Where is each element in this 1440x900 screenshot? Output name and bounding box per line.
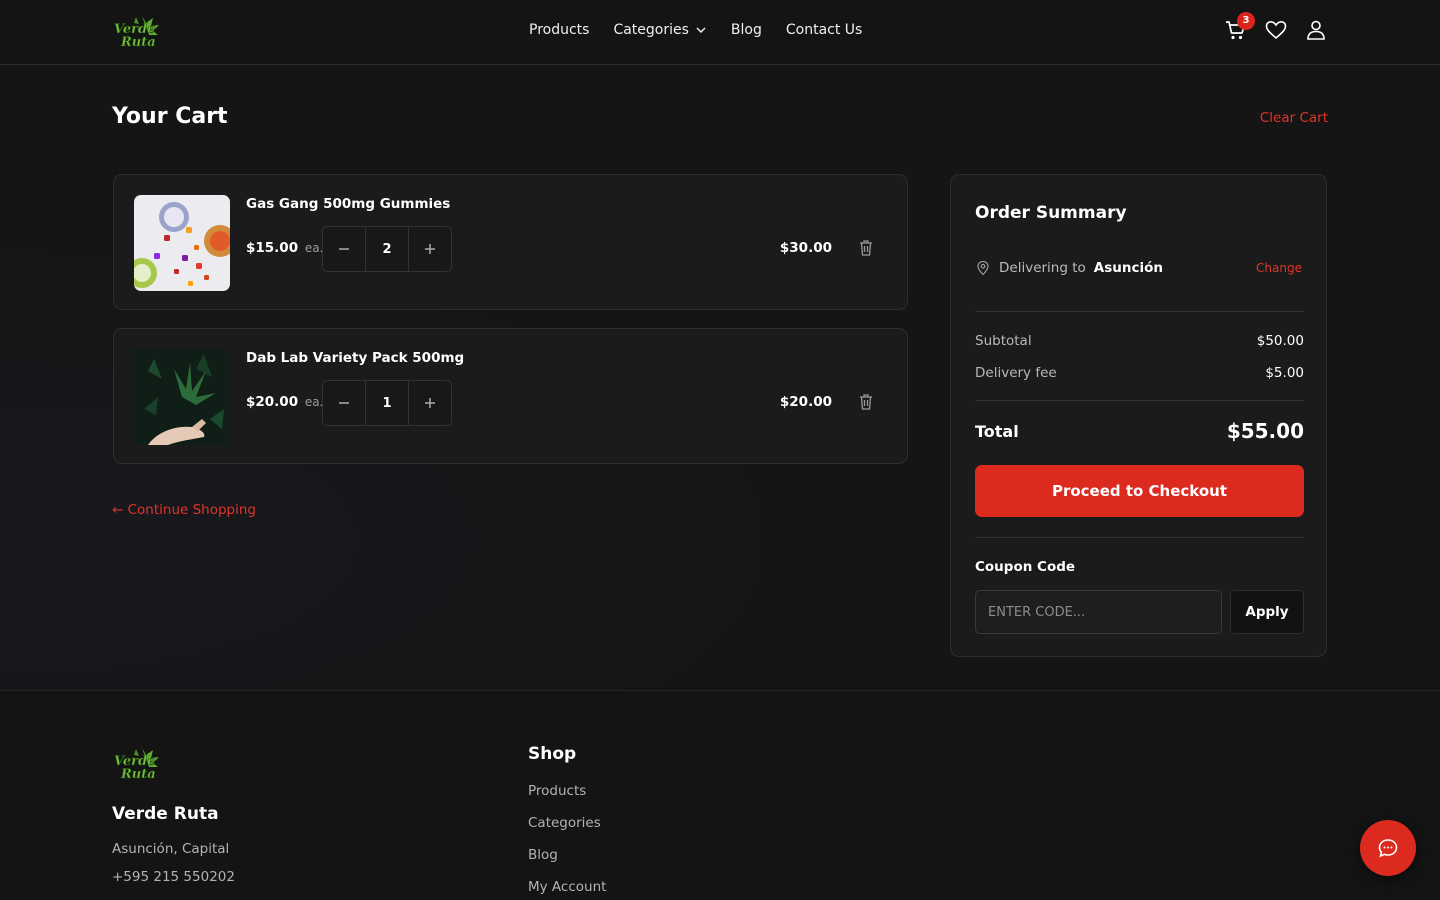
unit-suffix: ea.	[304, 395, 324, 409]
chat-button[interactable]	[1360, 820, 1416, 876]
map-pin-icon	[977, 260, 989, 276]
cart-count-badge: 3	[1237, 12, 1255, 30]
product-image[interactable]	[134, 349, 230, 445]
subtotal-label: Subtotal	[975, 333, 1032, 349]
unit-price: $15.00 ea.	[246, 240, 323, 256]
footer-brand-name: Verde Ruta	[112, 804, 219, 824]
nav-blog[interactable]: Blog	[731, 22, 762, 38]
total-row: Total $55.00	[975, 419, 1304, 443]
user-icon	[1307, 20, 1325, 40]
trash-icon	[860, 394, 872, 410]
divider	[975, 537, 1304, 538]
remove-item-button[interactable]	[858, 393, 874, 411]
unit-price: $20.00 ea.	[246, 394, 323, 410]
site-footer: Verde Ruta Verde Ruta Asunción, Capital …	[0, 690, 1440, 900]
svg-text:Ruta: Ruta	[120, 35, 156, 50]
chevron-down-icon	[696, 27, 706, 34]
unit-price-value: $20.00	[246, 394, 299, 410]
increase-quantity-button[interactable]	[409, 381, 451, 425]
coupon-label: Coupon Code	[975, 559, 1076, 575]
product-name[interactable]: Dab Lab Variety Pack 500mg	[246, 350, 464, 366]
apply-coupon-button[interactable]: Apply	[1230, 590, 1304, 634]
wishlist-button[interactable]	[1264, 18, 1288, 42]
quantity-stepper: 2	[322, 226, 452, 272]
line-total: $30.00	[779, 240, 832, 256]
nav-contact[interactable]: Contact Us	[786, 22, 862, 38]
change-location-button[interactable]: Change	[1256, 261, 1302, 275]
delivering-city: Asunción	[1093, 260, 1164, 276]
footer-link-categories[interactable]: Categories	[528, 815, 601, 831]
product-name[interactable]: Gas Gang 500mg Gummies	[246, 196, 450, 212]
total-label: Total	[975, 421, 1019, 441]
delivery-fee-label: Delivery fee	[975, 365, 1057, 381]
footer-link-my-account[interactable]: My Account	[528, 879, 606, 895]
nav-products[interactable]: Products	[529, 22, 589, 38]
quantity-value[interactable]: 1	[365, 381, 409, 425]
line-total: $20.00	[779, 394, 832, 410]
cart-button[interactable]: 3	[1224, 12, 1255, 42]
footer-phone[interactable]: +595 215 550202	[112, 869, 235, 885]
divider	[975, 400, 1304, 401]
heart-icon	[1265, 20, 1287, 40]
delivering-prefix: Delivering to	[999, 260, 1086, 276]
minus-icon	[339, 402, 349, 404]
clear-cart-button[interactable]: Clear Cart	[1260, 110, 1328, 126]
remove-item-button[interactable]	[858, 239, 874, 257]
minus-icon	[339, 248, 349, 250]
account-button[interactable]	[1304, 18, 1328, 42]
order-summary-title: Order Summary	[975, 203, 1127, 223]
decrease-quantity-button[interactable]	[323, 227, 365, 271]
cart-item: Gas Gang 500mg Gummies $15.00 ea. 2 $30.…	[113, 174, 908, 310]
brand-logo[interactable]: Verde Ruta	[112, 14, 162, 50]
unit-price-value: $15.00	[246, 240, 299, 256]
nav-categories[interactable]: Categories	[613, 22, 706, 38]
delivery-fee-row: Delivery fee $5.00	[975, 365, 1304, 381]
cart-item: Dab Lab Variety Pack 500mg $20.00 ea. 1 …	[113, 328, 908, 464]
nav-categories-label: Categories	[613, 22, 689, 38]
nav-blog-label: Blog	[730, 22, 762, 38]
subtotal-value: $50.00	[1256, 333, 1304, 349]
total-value: $55.00	[1226, 419, 1304, 443]
footer-address: Asunción, Capital	[112, 841, 230, 857]
chat-icon	[1378, 839, 1398, 858]
site-header: Verde Ruta Products Categories Blog Cont…	[0, 0, 1440, 65]
product-image[interactable]	[134, 195, 230, 291]
main-nav: Products Categories Blog Contact Us	[529, 22, 862, 38]
decrease-quantity-button[interactable]	[323, 381, 365, 425]
plus-icon	[425, 244, 435, 254]
trash-icon	[860, 240, 872, 256]
footer-link-blog[interactable]: Blog	[528, 847, 558, 863]
order-summary: Order Summary Delivering to Asunción Cha…	[950, 174, 1327, 657]
nav-contact-label: Contact Us	[785, 22, 863, 38]
svg-text:Ruta: Ruta	[120, 767, 156, 782]
footer-logo[interactable]: Verde Ruta	[112, 746, 162, 782]
plus-icon	[425, 398, 435, 408]
nav-products-label: Products	[529, 22, 590, 38]
subtotal-row: Subtotal $50.00	[975, 333, 1304, 349]
divider	[975, 311, 1304, 312]
coupon-input[interactable]	[975, 590, 1222, 634]
footer-link-products[interactable]: Products	[528, 783, 586, 799]
unit-suffix: ea.	[304, 241, 324, 255]
cart-page: Verde Ruta Products Categories Blog Cont…	[0, 0, 1440, 900]
footer-shop-title: Shop	[528, 744, 577, 764]
delivery-location: Delivering to Asunción	[975, 260, 1163, 276]
quantity-stepper: 1	[322, 380, 452, 426]
page-title: Your Cart	[112, 104, 228, 129]
checkout-button[interactable]: Proceed to Checkout	[975, 465, 1304, 517]
quantity-value[interactable]: 2	[365, 227, 409, 271]
delivery-fee-value: $5.00	[1265, 365, 1304, 381]
increase-quantity-button[interactable]	[409, 227, 451, 271]
continue-shopping-link[interactable]: ← Continue Shopping	[112, 502, 256, 518]
